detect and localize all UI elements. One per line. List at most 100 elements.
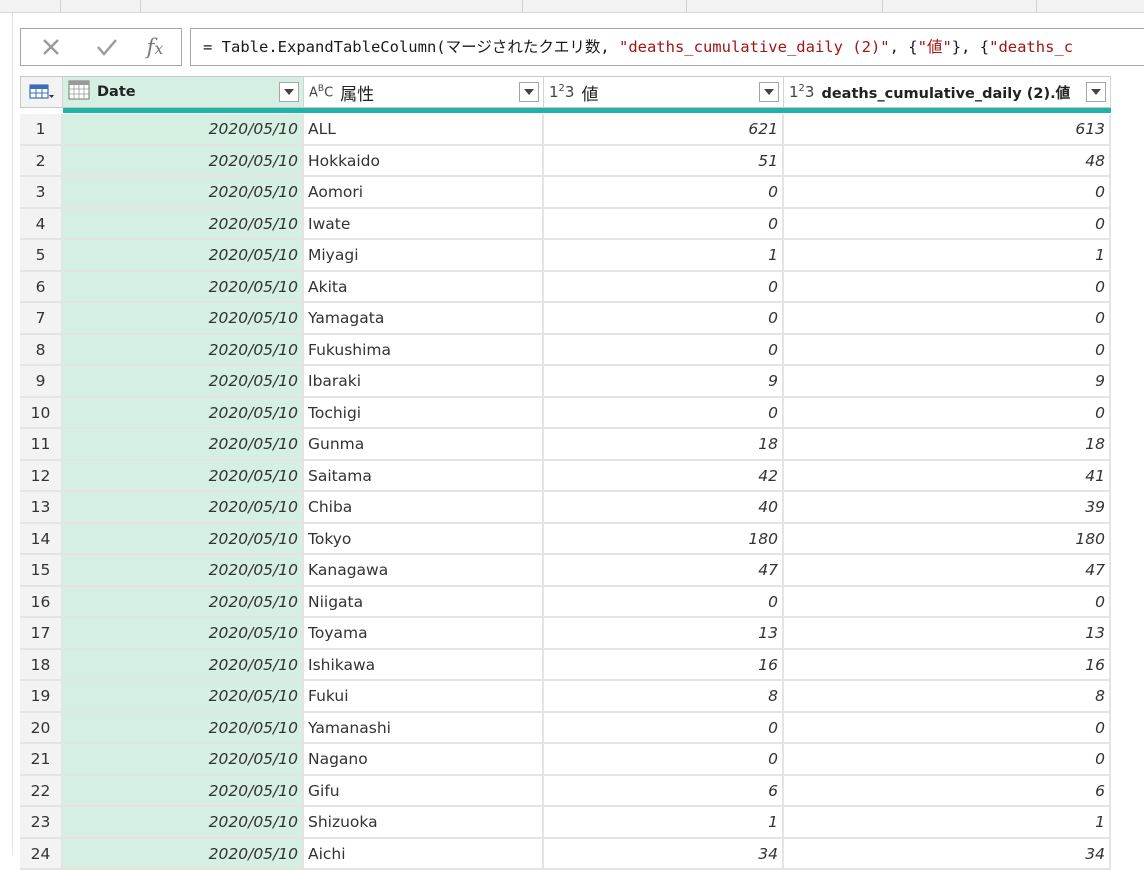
- cell-cumulative[interactable]: 47: [784, 555, 1111, 587]
- row-number[interactable]: 4: [20, 209, 63, 241]
- cell-date[interactable]: 2020/05/10: [63, 776, 304, 808]
- cell-value[interactable]: 0: [544, 177, 784, 209]
- cell-value[interactable]: 51: [544, 146, 784, 178]
- cell-attribute[interactable]: Tochigi: [304, 398, 544, 430]
- cancel-button[interactable]: [29, 29, 73, 65]
- table-row[interactable]: 72020/05/10Yamagata00: [20, 303, 1111, 335]
- table-row[interactable]: 22020/05/10Hokkaido5148: [20, 146, 1111, 178]
- cell-cumulative[interactable]: 16: [784, 650, 1111, 682]
- cell-attribute[interactable]: Yamanashi: [304, 713, 544, 745]
- cell-cumulative[interactable]: 13: [784, 618, 1111, 650]
- table-row[interactable]: 82020/05/10Fukushima00: [20, 335, 1111, 367]
- column-header-attribute[interactable]: ABC 属性: [304, 76, 544, 108]
- cell-date[interactable]: 2020/05/10: [63, 461, 304, 493]
- cell-value[interactable]: 0: [544, 398, 784, 430]
- cell-value[interactable]: 621: [544, 114, 784, 146]
- cell-date[interactable]: 2020/05/10: [63, 303, 304, 335]
- cell-attribute[interactable]: Miyagi: [304, 240, 544, 272]
- table-menu-button[interactable]: [20, 76, 63, 108]
- cell-attribute[interactable]: Gifu: [304, 776, 544, 808]
- cell-value[interactable]: 16: [544, 650, 784, 682]
- row-number[interactable]: 6: [20, 272, 63, 304]
- cell-value[interactable]: 47: [544, 555, 784, 587]
- column-filter-button[interactable]: [759, 82, 779, 102]
- cell-cumulative[interactable]: 613: [784, 114, 1111, 146]
- cell-cumulative[interactable]: 0: [784, 177, 1111, 209]
- cell-date[interactable]: 2020/05/10: [63, 146, 304, 178]
- cell-date[interactable]: 2020/05/10: [63, 209, 304, 241]
- cell-date[interactable]: 2020/05/10: [63, 114, 304, 146]
- cell-attribute[interactable]: Fukushima: [304, 335, 544, 367]
- table-row[interactable]: 192020/05/10Fukui88: [20, 681, 1111, 713]
- cell-attribute[interactable]: Ibaraki: [304, 366, 544, 398]
- cell-value[interactable]: 0: [544, 713, 784, 745]
- table-row[interactable]: 52020/05/10Miyagi11: [20, 240, 1111, 272]
- row-number[interactable]: 8: [20, 335, 63, 367]
- cell-cumulative[interactable]: 1: [784, 807, 1111, 839]
- table-row[interactable]: 242020/05/10Aichi3434: [20, 839, 1111, 870]
- cell-attribute[interactable]: Hokkaido: [304, 146, 544, 178]
- row-number[interactable]: 16: [20, 587, 63, 619]
- cell-attribute[interactable]: Iwate: [304, 209, 544, 241]
- cell-attribute[interactable]: Saitama: [304, 461, 544, 493]
- cell-date[interactable]: 2020/05/10: [63, 744, 304, 776]
- cell-date[interactable]: 2020/05/10: [63, 587, 304, 619]
- cell-attribute[interactable]: Yamagata: [304, 303, 544, 335]
- cell-cumulative[interactable]: 0: [784, 587, 1111, 619]
- cell-attribute[interactable]: Ishikawa: [304, 650, 544, 682]
- cell-value[interactable]: 6: [544, 776, 784, 808]
- cell-value[interactable]: 1: [544, 240, 784, 272]
- row-number[interactable]: 15: [20, 555, 63, 587]
- column-filter-button[interactable]: [519, 82, 539, 102]
- table-row[interactable]: 222020/05/10Gifu66: [20, 776, 1111, 808]
- cell-cumulative[interactable]: 48: [784, 146, 1111, 178]
- cell-cumulative[interactable]: 0: [784, 303, 1111, 335]
- table-row[interactable]: 212020/05/10Nagano00: [20, 744, 1111, 776]
- row-number[interactable]: 12: [20, 461, 63, 493]
- cell-date[interactable]: 2020/05/10: [63, 713, 304, 745]
- cell-date[interactable]: 2020/05/10: [63, 807, 304, 839]
- cell-date[interactable]: 2020/05/10: [63, 555, 304, 587]
- cell-value[interactable]: 0: [544, 587, 784, 619]
- row-number[interactable]: 20: [20, 713, 63, 745]
- cell-value[interactable]: 0: [544, 303, 784, 335]
- cell-date[interactable]: 2020/05/10: [63, 177, 304, 209]
- cell-cumulative[interactable]: 34: [784, 839, 1111, 870]
- cell-cumulative[interactable]: 0: [784, 713, 1111, 745]
- cell-attribute[interactable]: Kanagawa: [304, 555, 544, 587]
- cell-attribute[interactable]: Fukui: [304, 681, 544, 713]
- cell-date[interactable]: 2020/05/10: [63, 492, 304, 524]
- cell-value[interactable]: 42: [544, 461, 784, 493]
- row-number[interactable]: 22: [20, 776, 63, 808]
- cell-attribute[interactable]: Nagano: [304, 744, 544, 776]
- cell-attribute[interactable]: Toyama: [304, 618, 544, 650]
- insert-function-button[interactable]: fx: [133, 29, 177, 65]
- column-header-cumulative[interactable]: 123 deaths_cumulative_daily (2).値: [784, 76, 1111, 108]
- cell-cumulative[interactable]: 0: [784, 398, 1111, 430]
- cell-cumulative[interactable]: 41: [784, 461, 1111, 493]
- cell-cumulative[interactable]: 39: [784, 492, 1111, 524]
- cell-value[interactable]: 0: [544, 744, 784, 776]
- row-number[interactable]: 7: [20, 303, 63, 335]
- cell-cumulative[interactable]: 0: [784, 209, 1111, 241]
- cell-value[interactable]: 0: [544, 209, 784, 241]
- cell-attribute[interactable]: Aichi: [304, 839, 544, 870]
- cell-value[interactable]: 0: [544, 272, 784, 304]
- table-row[interactable]: 12020/05/10ALL621613: [20, 114, 1111, 146]
- cell-cumulative[interactable]: 1: [784, 240, 1111, 272]
- cell-value[interactable]: 18: [544, 429, 784, 461]
- cell-attribute[interactable]: Tokyo: [304, 524, 544, 556]
- cell-value[interactable]: 1: [544, 807, 784, 839]
- formula-input[interactable]: = Table.ExpandTableColumn(マージされたクエリ数, "d…: [190, 28, 1144, 66]
- cell-cumulative[interactable]: 6: [784, 776, 1111, 808]
- column-header-date[interactable]: Date: [63, 76, 304, 108]
- table-row[interactable]: 112020/05/10Gunma1818: [20, 429, 1111, 461]
- cell-attribute[interactable]: Aomori: [304, 177, 544, 209]
- table-row[interactable]: 232020/05/10Shizuoka11: [20, 807, 1111, 839]
- row-number[interactable]: 10: [20, 398, 63, 430]
- table-row[interactable]: 32020/05/10Aomori00: [20, 177, 1111, 209]
- cell-attribute[interactable]: Shizuoka: [304, 807, 544, 839]
- cell-date[interactable]: 2020/05/10: [63, 272, 304, 304]
- cell-attribute[interactable]: Niigata: [304, 587, 544, 619]
- table-row[interactable]: 122020/05/10Saitama4241: [20, 461, 1111, 493]
